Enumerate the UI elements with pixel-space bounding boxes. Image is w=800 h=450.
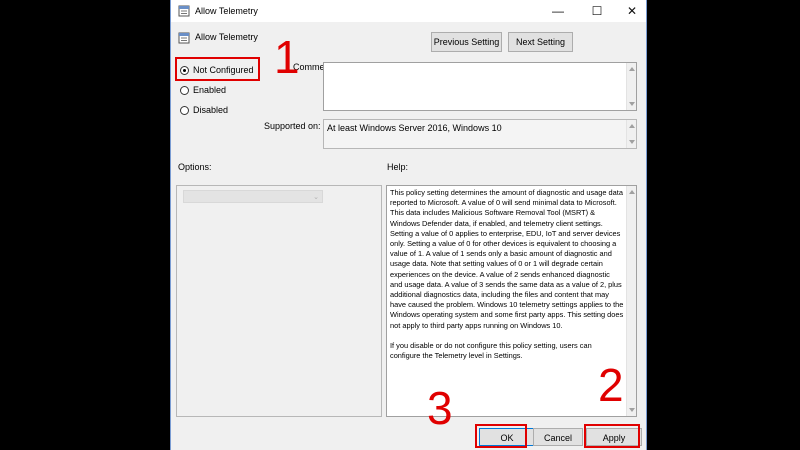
- highlight-not-configured: [175, 57, 260, 81]
- supported-on-label: Supported on:: [264, 121, 321, 131]
- close-icon[interactable]: ✕: [617, 0, 646, 22]
- supported-on-field: At least Windows Server 2016, Windows 10: [323, 119, 637, 149]
- previous-setting-button[interactable]: Previous Setting: [431, 32, 502, 52]
- minimize-icon[interactable]: —: [543, 0, 573, 22]
- highlight-ok: [475, 424, 527, 448]
- comment-field[interactable]: [323, 62, 637, 111]
- scroll-down-icon[interactable]: [629, 102, 635, 106]
- supported-scrollbar[interactable]: [626, 120, 636, 148]
- options-dropdown: ⌄: [183, 190, 323, 203]
- next-setting-button[interactable]: Next Setting: [508, 32, 573, 52]
- maximize-icon[interactable]: ☐: [582, 0, 612, 22]
- window-title: Allow Telemetry: [195, 6, 258, 16]
- title-bar: Allow Telemetry — ☐ ✕: [171, 0, 646, 22]
- policy-title: Allow Telemetry: [195, 32, 258, 42]
- step-1-label: 1: [274, 31, 300, 83]
- options-panel: ⌄: [176, 185, 382, 417]
- help-scrollbar[interactable]: [626, 186, 636, 416]
- step-2-label: 2: [598, 359, 624, 411]
- radio-enabled-label[interactable]: Enabled: [193, 85, 226, 95]
- scroll-up-icon[interactable]: [629, 190, 635, 194]
- options-label: Options:: [178, 162, 212, 172]
- scroll-down-icon[interactable]: [629, 140, 635, 144]
- scroll-down-icon[interactable]: [629, 408, 635, 412]
- radio-disabled-label[interactable]: Disabled: [193, 105, 228, 115]
- supported-on-value: At least Windows Server 2016, Windows 10: [327, 123, 502, 133]
- highlight-apply: [584, 424, 640, 448]
- policy-editor-icon: [178, 5, 190, 17]
- help-label: Help:: [387, 162, 409, 172]
- chevron-down-icon: ⌄: [313, 194, 319, 201]
- scroll-up-icon[interactable]: [629, 124, 635, 128]
- radio-disabled-indicator[interactable]: [180, 106, 189, 115]
- scroll-up-icon[interactable]: [629, 67, 635, 71]
- cancel-button[interactable]: Cancel: [533, 428, 583, 446]
- step-3-label: 3: [427, 382, 453, 434]
- radio-enabled-indicator[interactable]: [180, 86, 189, 95]
- policy-setting-icon: [178, 32, 190, 44]
- comment-scrollbar[interactable]: [626, 63, 636, 110]
- help-text: This policy setting determines the amoun…: [390, 188, 624, 361]
